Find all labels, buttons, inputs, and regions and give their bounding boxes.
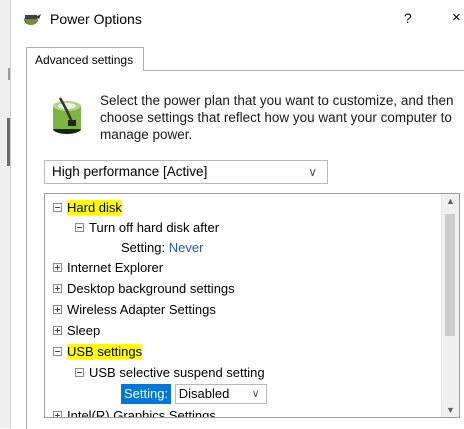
tree-item-label: Turn off hard disk after — [89, 220, 220, 235]
collapse-icon[interactable] — [53, 347, 62, 357]
power-plan-dropdown[interactable]: High performance [Active] ∨ — [44, 160, 328, 184]
edge-marker — [7, 118, 10, 166]
expand-icon[interactable] — [53, 305, 62, 315]
power-plan-value: High performance [Active] — [52, 164, 208, 179]
expand-icon[interactable] — [53, 284, 62, 294]
scrollbar-thumb[interactable] — [445, 214, 455, 336]
collapse-icon[interactable] — [75, 368, 84, 378]
tree-item-hard-disk[interactable]: Hard disk — [53, 198, 122, 218]
setting-label: Setting: — [121, 384, 172, 404]
expand-icon[interactable] — [53, 263, 62, 273]
chevron-down-icon: ∨ — [308, 165, 317, 179]
chevron-down-icon: ∨ — [251, 388, 260, 400]
scroll-up-icon[interactable]: ▲ — [446, 196, 455, 206]
help-button[interactable]: ? — [404, 10, 412, 26]
edge-marker — [8, 68, 10, 80]
usb-suspend-dropdown[interactable]: Disabled ∨ — [174, 384, 267, 404]
tree-item-usb-settings[interactable]: USB settings — [53, 342, 143, 362]
tab-advanced-settings[interactable]: Advanced settings — [26, 47, 144, 71]
tree-item-wireless-adapter[interactable]: Wireless Adapter Settings — [53, 300, 216, 320]
usb-suspend-value: Disabled — [178, 386, 230, 401]
collapse-icon[interactable] — [75, 223, 84, 233]
plan-description: Select the power plan that you want to c… — [100, 93, 454, 142]
tree-item-label: USB settings — [67, 344, 143, 359]
tree-item-setting[interactable]: Setting: Disabled ∨ — [121, 384, 267, 404]
tree-item-label: Intel(R) Graphics Settings — [67, 408, 216, 418]
window-title: Power Options — [50, 11, 142, 27]
vertical-scrollbar[interactable]: ▲ ▼ — [441, 194, 459, 417]
expand-icon[interactable] — [53, 411, 62, 417]
tree-item-usb-selective-suspend[interactable]: USB selective suspend setting — [75, 363, 265, 383]
tree-item-desktop-background[interactable]: Desktop background settings — [53, 279, 235, 299]
tree-item-label: Sleep — [67, 323, 101, 338]
setting-label: Setting: — [121, 240, 166, 255]
tree-item-label: Desktop background settings — [67, 281, 235, 296]
setting-value-link[interactable]: Never — [169, 240, 204, 255]
scroll-down-icon[interactable]: ▼ — [446, 405, 455, 415]
collapse-icon[interactable] — [53, 203, 62, 213]
left-window-edge — [0, 0, 11, 428]
tree-item-label: Internet Explorer — [67, 260, 164, 275]
tree-item-turn-off-hard-disk[interactable]: Turn off hard disk after — [75, 218, 219, 238]
tree-item-label: Wireless Adapter Settings — [67, 302, 216, 317]
tree-item-sleep[interactable]: Sleep — [53, 321, 100, 341]
power-plan-icon — [53, 97, 81, 134]
expand-icon[interactable] — [53, 326, 62, 336]
tree-item-setting[interactable]: Setting: Never — [121, 238, 203, 258]
settings-tree[interactable]: Hard disk Turn off hard disk after Setti… — [44, 193, 460, 418]
power-options-icon — [24, 14, 41, 25]
tree-item-label: USB selective suspend setting — [89, 365, 265, 380]
tree-item-internet-explorer[interactable]: Internet Explorer — [53, 258, 163, 278]
tree-item-intel-graphics[interactable]: Intel(R) Graphics Settings — [53, 406, 216, 418]
close-button[interactable]: × — [452, 9, 461, 26]
tree-item-label: Hard disk — [67, 200, 122, 215]
